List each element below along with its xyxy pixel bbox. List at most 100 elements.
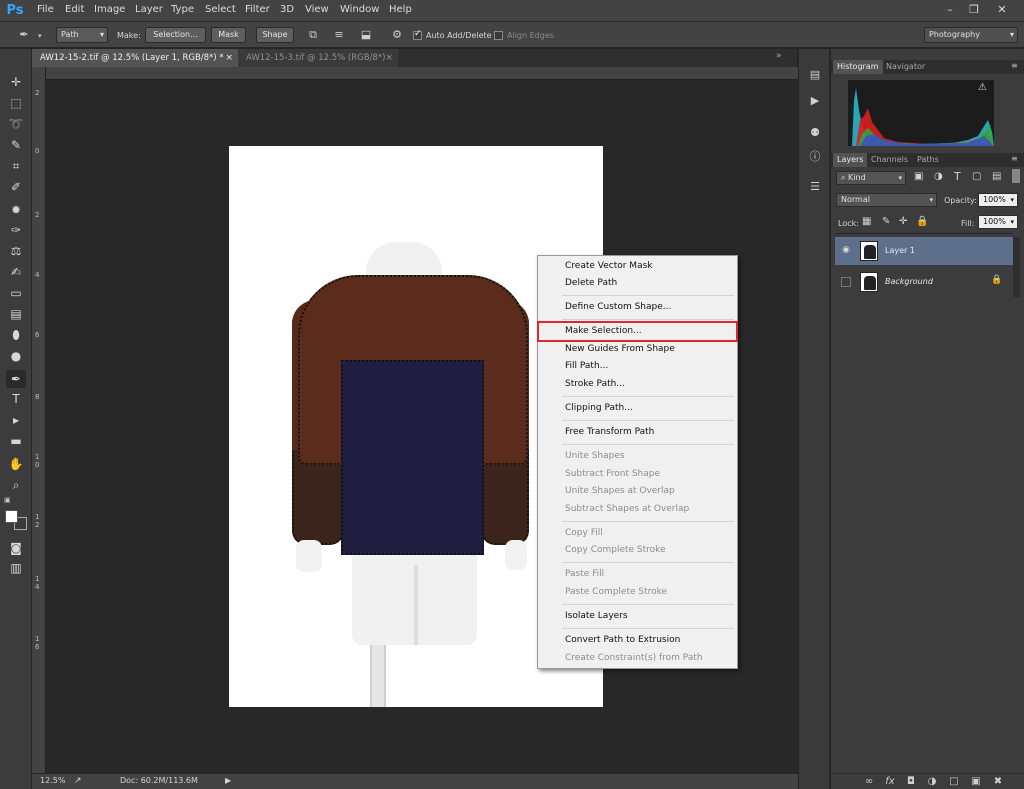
lock-image-icon[interactable]: ✎: [882, 216, 890, 227]
quick-mask-icon[interactable]: ◙: [6, 539, 26, 557]
lock-position-icon[interactable]: ✛: [899, 216, 907, 227]
marquee-tool-icon[interactable]: ⬚: [6, 94, 26, 112]
menu-type[interactable]: Type: [171, 4, 194, 15]
shape-filter-icon[interactable]: ▢: [972, 171, 981, 182]
move-tool-icon[interactable]: ✛: [6, 73, 26, 91]
layer-row-background[interactable]: Background 🔒: [835, 268, 1013, 296]
tab-layers[interactable]: Layers: [833, 153, 868, 167]
gradient-tool-icon[interactable]: ▤: [6, 305, 26, 323]
pixel-filter-icon[interactable]: ▣: [914, 171, 923, 182]
menu-create-vector-mask[interactable]: Create Vector Mask: [565, 261, 653, 271]
menu-new-guides-from-shape[interactable]: New Guides From Shape: [565, 344, 675, 354]
pen-tool-icon[interactable]: ✒: [6, 370, 26, 388]
dodge-tool-icon[interactable]: ●: [6, 347, 26, 365]
mode-dropdown[interactable]: Path: [56, 27, 108, 43]
menu-fill-path[interactable]: Fill Path...: [565, 361, 608, 371]
zoom-tool-icon[interactable]: ⌕: [6, 476, 26, 494]
menu-image[interactable]: Image: [94, 4, 125, 15]
restore-icon[interactable]: ❐: [962, 2, 986, 18]
hand-tool-icon[interactable]: ✋: [6, 455, 26, 473]
close-icon[interactable]: ✕: [990, 2, 1014, 18]
type-filter-icon[interactable]: T: [954, 170, 961, 183]
eyedropper-tool-icon[interactable]: ✐: [6, 178, 26, 196]
quick-selection-tool-icon[interactable]: ✎: [6, 136, 26, 154]
panel-menu-icon[interactable]: ≡: [1011, 61, 1018, 70]
tab-histogram[interactable]: Histogram: [833, 60, 883, 74]
make-selection-button[interactable]: Selection...: [145, 27, 206, 43]
foreground-color-swatch[interactable]: [5, 510, 18, 523]
menu-delete-path[interactable]: Delete Path: [565, 278, 617, 288]
chevron-down-icon[interactable]: ▾: [38, 32, 42, 40]
filter-toggle[interactable]: [1012, 169, 1020, 183]
history-brush-tool-icon[interactable]: ✍: [6, 263, 26, 281]
panel-menu-icon[interactable]: ≡: [1011, 154, 1018, 163]
lasso-tool-icon[interactable]: ➰: [6, 115, 26, 133]
menu-layer[interactable]: Layer: [135, 4, 163, 15]
menu-file[interactable]: File: [37, 4, 54, 15]
actions-panel-icon[interactable]: ▶: [807, 93, 823, 109]
menu-window[interactable]: Window: [340, 4, 379, 15]
eye-icon[interactable]: ◉: [840, 244, 852, 256]
screen-mode-icon[interactable]: ▥: [6, 559, 26, 577]
properties-panel-icon[interactable]: ☰: [807, 179, 823, 195]
menu-edit[interactable]: Edit: [65, 4, 84, 15]
zoom-level[interactable]: 12.5%: [40, 776, 65, 785]
menu-isolate-layers[interactable]: Isolate Layers: [565, 611, 628, 621]
new-group-icon[interactable]: □: [947, 775, 961, 789]
path-alignment-icon[interactable]: ≡: [331, 27, 347, 43]
tab-document-2[interactable]: AW12-15-3.tif @ 12.5% (RGB/8*) ×: [238, 49, 398, 67]
workspace-dropdown[interactable]: Photography: [924, 27, 1018, 43]
default-colors-icon[interactable]: ▣: [4, 496, 12, 504]
adjustment-filter-icon[interactable]: ◑: [934, 171, 943, 182]
layer-style-icon[interactable]: fx: [883, 775, 897, 789]
menu-help[interactable]: Help: [389, 4, 412, 15]
tab-navigator[interactable]: Navigator: [882, 60, 929, 74]
visibility-toggle[interactable]: [841, 277, 851, 287]
adjustment-layer-icon[interactable]: ◑: [925, 775, 939, 789]
path-arrangement-icon[interactable]: ⬓: [358, 27, 374, 43]
link-layers-icon[interactable]: ∞: [862, 775, 876, 789]
menu-define-custom-shape[interactable]: Define Custom Shape...: [565, 302, 671, 312]
pen-tool-preset-icon[interactable]: ✒: [16, 27, 32, 43]
menu-filter[interactable]: Filter: [245, 4, 270, 15]
menu-stroke-path[interactable]: Stroke Path...: [565, 379, 625, 389]
info-panel-icon[interactable]: ⓘ: [807, 149, 823, 165]
auto-add-delete-checkbox[interactable]: [413, 29, 422, 40]
gear-icon[interactable]: ⚙: [389, 27, 405, 43]
rectangle-tool-icon[interactable]: ▬: [6, 432, 26, 450]
fill-input[interactable]: 100%: [978, 215, 1018, 229]
warning-icon[interactable]: ⚠: [978, 82, 987, 93]
add-mask-icon[interactable]: ◘: [904, 775, 918, 789]
menu-3d[interactable]: 3D: [280, 4, 294, 15]
brush-tool-icon[interactable]: ✑: [6, 221, 26, 239]
type-tool-icon[interactable]: T: [6, 390, 26, 408]
close-icon[interactable]: ×: [225, 49, 233, 67]
layers-scrollbar[interactable]: [1013, 237, 1020, 297]
status-menu-arrow-icon[interactable]: ▶: [225, 776, 231, 785]
menu-view[interactable]: View: [305, 4, 329, 15]
new-layer-icon[interactable]: ▣: [969, 775, 983, 789]
eraser-tool-icon[interactable]: ▭: [6, 284, 26, 302]
make-mask-button[interactable]: Mask: [211, 27, 246, 43]
opacity-input[interactable]: 100%: [978, 193, 1018, 207]
close-icon[interactable]: ×: [385, 49, 393, 67]
tab-paths[interactable]: Paths: [913, 153, 943, 167]
make-shape-button[interactable]: Shape: [256, 27, 294, 43]
tab-document-1[interactable]: AW12-15-2.tif @ 12.5% (Layer 1, RGB/8*) …: [32, 49, 238, 67]
blend-mode-dropdown[interactable]: Normal: [836, 193, 937, 207]
healing-brush-tool-icon[interactable]: ✹: [6, 201, 26, 219]
lock-all-icon[interactable]: 🔒: [916, 216, 928, 227]
crop-tool-icon[interactable]: ⌗: [6, 157, 26, 175]
filter-kind-dropdown[interactable]: ⌕ Kind: [836, 171, 906, 185]
share-icon[interactable]: ↗: [74, 776, 82, 786]
path-operations-icon[interactable]: ⧉: [305, 27, 321, 43]
path-selection-tool-icon[interactable]: ▸: [6, 411, 26, 429]
menu-select[interactable]: Select: [205, 4, 236, 15]
minimize-icon[interactable]: –: [938, 2, 962, 18]
smart-object-filter-icon[interactable]: ▤: [992, 171, 1001, 182]
layer-row-layer-1[interactable]: ◉ Layer 1: [835, 237, 1013, 265]
tab-channels[interactable]: Channels: [867, 153, 912, 167]
align-edges-checkbox[interactable]: [494, 31, 503, 40]
brush-presets-icon[interactable]: ⚉: [807, 125, 823, 141]
menu-free-transform-path[interactable]: Free Transform Path: [565, 427, 654, 437]
